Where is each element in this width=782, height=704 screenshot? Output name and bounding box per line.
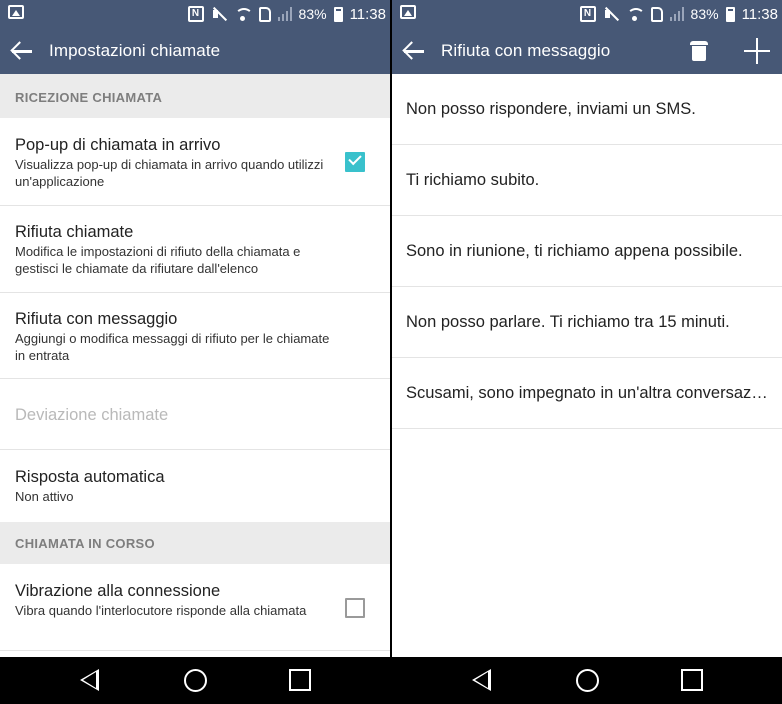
signal-icon xyxy=(277,7,292,21)
page-title: Impostazioni chiamate xyxy=(49,41,221,60)
nav-recent-icon[interactable] xyxy=(289,669,311,691)
message-item[interactable]: Scusami, sono impegnato in un'altra conv… xyxy=(392,358,782,429)
clock: 11:38 xyxy=(349,5,386,23)
setting-title: Deviazione chiamate xyxy=(15,406,169,424)
setting-popup-incoming[interactable]: Pop-up di chiamata in arrivo Visualizza … xyxy=(0,118,390,206)
section-header-ricezione: RICEZIONE CHIAMATA xyxy=(0,74,390,118)
setting-subtitle: Non attivo xyxy=(15,489,74,504)
vibrate-checkbox[interactable] xyxy=(345,598,365,618)
setting-title: Vibrazione alla connessione xyxy=(15,582,221,600)
signal-icon xyxy=(669,7,684,21)
setting-auto-answer[interactable]: Risposta automatica Non attivo xyxy=(0,450,390,522)
popup-checkbox[interactable] xyxy=(345,152,365,172)
wifi-icon xyxy=(626,6,644,22)
message-text: Sono in riunione, ti richiamo appena pos… xyxy=(406,241,743,260)
nfc-icon: N xyxy=(579,6,596,22)
message-item[interactable]: Non posso rispondere, inviami un SMS. xyxy=(392,74,782,145)
sim-icon xyxy=(258,6,271,22)
app-bar: Impostazioni chiamate xyxy=(0,28,390,74)
message-text: Non posso rispondere, inviami un SMS. xyxy=(406,99,696,118)
battery-icon xyxy=(333,6,343,22)
navigation-bar xyxy=(392,657,782,704)
setting-title: Rifiuta con messaggio xyxy=(15,310,178,328)
nav-home-icon[interactable] xyxy=(184,669,207,692)
setting-subtitle: Modifica le impostazioni di rifiuto dell… xyxy=(15,244,301,276)
status-bar: N 83% 11:38 xyxy=(392,0,782,28)
message-text: Non posso parlare. Ti richiamo tra 15 mi… xyxy=(406,312,730,331)
message-text: Ti richiamo subito. xyxy=(406,170,540,189)
app-bar: Rifiuta con messaggio xyxy=(392,28,782,74)
nav-home-icon[interactable] xyxy=(576,669,599,692)
status-bar: N 83% 11:38 xyxy=(0,0,390,28)
message-text: Scusami, sono impegnato in un'altra conv… xyxy=(406,383,768,402)
plus-icon[interactable] xyxy=(744,38,770,64)
nav-recent-icon[interactable] xyxy=(681,669,703,691)
message-item[interactable]: Ti richiamo subito. xyxy=(392,145,782,216)
gallery-icon xyxy=(400,5,416,19)
mute-icon xyxy=(603,6,619,22)
sim-icon xyxy=(650,6,663,22)
battery-percent: 83% xyxy=(298,6,327,22)
trash-icon[interactable] xyxy=(690,40,708,62)
message-item[interactable]: Non posso parlare. Ti richiamo tra 15 mi… xyxy=(392,287,782,358)
setting-subtitle: Aggiungi o modifica messaggi di rifiuto … xyxy=(15,331,330,363)
back-arrow-icon[interactable] xyxy=(10,39,34,63)
gallery-icon xyxy=(8,5,24,19)
setting-title: Rifiuta chiamate xyxy=(15,223,134,241)
nav-back-icon[interactable] xyxy=(80,669,99,691)
message-item[interactable]: Sono in riunione, ti richiamo appena pos… xyxy=(392,216,782,287)
setting-title: Pop-up di chiamata in arrivo xyxy=(15,136,221,154)
mute-icon xyxy=(211,6,227,22)
wifi-icon xyxy=(234,6,252,22)
reject-message-screen: N 83% 11:38 Rifiuta con messaggio Non po… xyxy=(392,0,782,704)
navigation-bar xyxy=(0,657,390,704)
clock: 11:38 xyxy=(741,5,778,23)
setting-title: Risposta automatica xyxy=(15,468,165,486)
battery-icon xyxy=(725,6,735,22)
nav-back-icon[interactable] xyxy=(472,669,491,691)
setting-vibrate-on-connect[interactable]: Vibrazione alla connessione Vibra quando… xyxy=(0,564,390,651)
setting-subtitle: Visualizza pop-up di chiamata in arrivo … xyxy=(15,157,324,189)
page-title: Rifiuta con messaggio xyxy=(441,41,611,60)
nfc-icon: N xyxy=(187,6,204,22)
setting-subtitle: Vibra quando l'interlocutore risponde al… xyxy=(15,603,307,618)
call-settings-screen: N 83% 11:38 Impostazioni chiamate RICEZI… xyxy=(0,0,390,704)
setting-reject-calls[interactable]: Rifiuta chiamate Modifica le impostazion… xyxy=(0,206,390,293)
setting-reject-with-message[interactable]: Rifiuta con messaggio Aggiungi o modific… xyxy=(0,293,390,379)
setting-call-forwarding: Deviazione chiamate xyxy=(0,379,390,450)
back-arrow-icon[interactable] xyxy=(402,39,426,63)
section-header-in-corso: CHIAMATA IN CORSO xyxy=(0,522,390,564)
battery-percent: 83% xyxy=(690,6,719,22)
